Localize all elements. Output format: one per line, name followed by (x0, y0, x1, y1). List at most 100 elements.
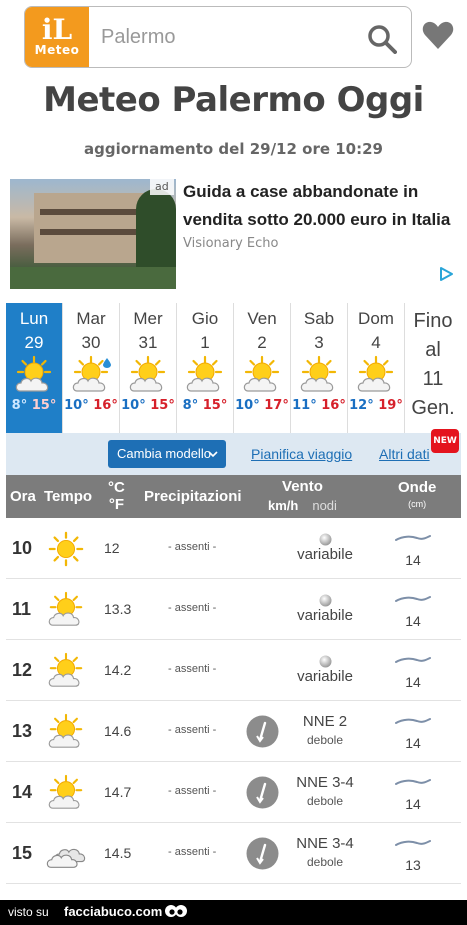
kmh-unit[interactable]: km/h (268, 498, 298, 513)
row-hour: 10 (12, 538, 33, 558)
max-temp: 15° (202, 398, 228, 413)
wave-icon (395, 596, 431, 602)
sun-cloud-icon (48, 774, 83, 809)
watermark-prefix: visto su (8, 905, 49, 919)
change-model-button[interactable]: Cambia modello (108, 440, 226, 468)
day-tab-dom[interactable]: Dom 4 12° 19° (348, 303, 405, 433)
max-temp: 16° (321, 398, 346, 413)
logo-text: Meteo (34, 43, 80, 57)
sun-cloud-icon (48, 591, 83, 626)
row-wave-height: 14 (405, 613, 421, 629)
sun-cloud-icon (243, 355, 280, 392)
row-precipitation: - assenti - (168, 602, 217, 614)
wind-value: variabile (297, 607, 353, 624)
search-icon[interactable] (367, 24, 397, 54)
max-temp: 16° (93, 398, 118, 413)
row-hour: 12 (12, 660, 33, 680)
wind-strength: debole (306, 794, 344, 808)
day-number: 4 (371, 333, 381, 352)
calm-wind-icon (319, 655, 332, 668)
chevron-down-icon (208, 451, 218, 458)
fino-line-2: al (425, 339, 441, 361)
day-temps: 12° 19° (348, 398, 404, 413)
day-temps: 10° 16° (63, 398, 119, 413)
row-wave-height: 14 (405, 735, 421, 751)
more-data-link[interactable]: Altri dati (379, 446, 430, 462)
row-precipitation: - assenti - (168, 785, 217, 797)
daily-forecast: Lun 29 8° 15° Mar 30 10° 16° Mer 31 10° … (6, 303, 461, 433)
ad-image[interactable] (10, 179, 176, 289)
cloud-icon (46, 848, 86, 868)
table-row[interactable]: 14 14.7 - assenti - NNE 3-4 debole 14 (6, 762, 461, 823)
sun-cloud-icon (186, 355, 223, 392)
ilmeteo-logo[interactable]: iL Meteo (25, 7, 89, 67)
day-number: 2 (257, 333, 267, 352)
day-name: Sab (303, 309, 335, 328)
col-hour: Ora (10, 488, 36, 505)
wind-direction-icon (246, 776, 279, 809)
knots-unit[interactable]: nodi (312, 498, 337, 513)
fino-line-4: Gen. (411, 397, 455, 419)
row-precipitation: - assenti - (168, 541, 217, 553)
wind-value: NNE 2 (302, 713, 348, 730)
sun-icon (48, 531, 84, 567)
table-row[interactable]: 11 13.3 - assenti - variabile 14 (6, 579, 461, 640)
ad-badge: ad (150, 179, 174, 195)
table-row[interactable]: 13 14.6 - assenti - NNE 2 debole 14 (6, 701, 461, 762)
model-bar: Cambia modello Pianifica viaggio Altri d… (6, 433, 461, 475)
ad-title[interactable]: Guida a case abbandonate in vendita sott… (183, 178, 453, 234)
day-number: 3 (314, 333, 324, 352)
wind-label: Vento (282, 478, 323, 495)
wind-value: NNE 3-4 (296, 835, 354, 852)
plan-trip-link[interactable]: Pianifica viaggio (251, 446, 352, 462)
fahrenheit-label: °F (108, 496, 124, 513)
adchoices-icon[interactable] (438, 266, 454, 282)
calm-wind-icon (319, 533, 332, 546)
col-weather: Tempo (44, 488, 93, 505)
sun-cloud-icon (300, 355, 337, 392)
sun-cloud-icon (48, 652, 83, 687)
day-tab-sab[interactable]: Sab 3 11° 16° (291, 303, 348, 433)
day-temps: 8° 15° (177, 398, 233, 413)
search-input[interactable] (101, 21, 361, 53)
sun-cloud-icon (129, 355, 166, 392)
wind-strength: debole (306, 733, 344, 747)
day-tab-ven[interactable]: Ven 2 10° 17° (234, 303, 291, 433)
col-wind: Vento km/h nodi (268, 477, 337, 515)
col-waves: Onde (cm) (398, 480, 436, 512)
col-temperature[interactable]: °C °F (108, 479, 125, 513)
sun-cloud-icon (357, 355, 394, 392)
wave-icon (395, 535, 431, 541)
max-temp: 15° (150, 398, 175, 413)
table-row[interactable]: 10 12 - assenti - variabile 14 (6, 518, 461, 579)
change-model-label: Cambia modello (117, 446, 211, 461)
table-row[interactable]: 12 14.2 - assenti - variabile 14 (6, 640, 461, 701)
eyes-icon (165, 905, 187, 917)
day-temps: 10° 17° (234, 398, 290, 413)
wind-direction-icon (246, 837, 279, 870)
row-hour: 15 (12, 843, 33, 863)
min-temp: 10° (64, 398, 89, 413)
day-tab-lun[interactable]: Lun 29 8° 15° (6, 303, 63, 433)
wave-icon (395, 657, 431, 663)
day-number: 31 (138, 333, 158, 352)
heart-icon[interactable] (422, 20, 454, 50)
waves-unit: (cm) (408, 499, 427, 509)
extended-forecast-tab[interactable]: Fino al 11 Gen. (405, 303, 461, 433)
row-temperature: 12 (104, 540, 120, 556)
wave-icon (395, 718, 431, 724)
day-temps: 10° 15° (120, 398, 176, 413)
row-wave-height: 13 (405, 857, 421, 873)
day-name: Dom (358, 309, 394, 328)
table-row[interactable]: 15 14.5 - assenti - NNE 3-4 debole 13 (6, 823, 461, 884)
watermark-site: facciabuco.com (64, 904, 163, 919)
row-precipitation: - assenti - (168, 724, 217, 736)
day-tab-gio[interactable]: Gio 1 8° 15° (177, 303, 234, 433)
day-tab-mar[interactable]: Mar 30 10° 16° (63, 303, 120, 433)
day-tab-mer[interactable]: Mer 31 10° 15° (120, 303, 177, 433)
day-number: 29 (24, 333, 44, 352)
wave-icon (395, 779, 431, 785)
row-wave-height: 14 (405, 796, 421, 812)
celsius-label: °C (108, 479, 125, 496)
day-temps: 8° 15° (6, 398, 62, 413)
